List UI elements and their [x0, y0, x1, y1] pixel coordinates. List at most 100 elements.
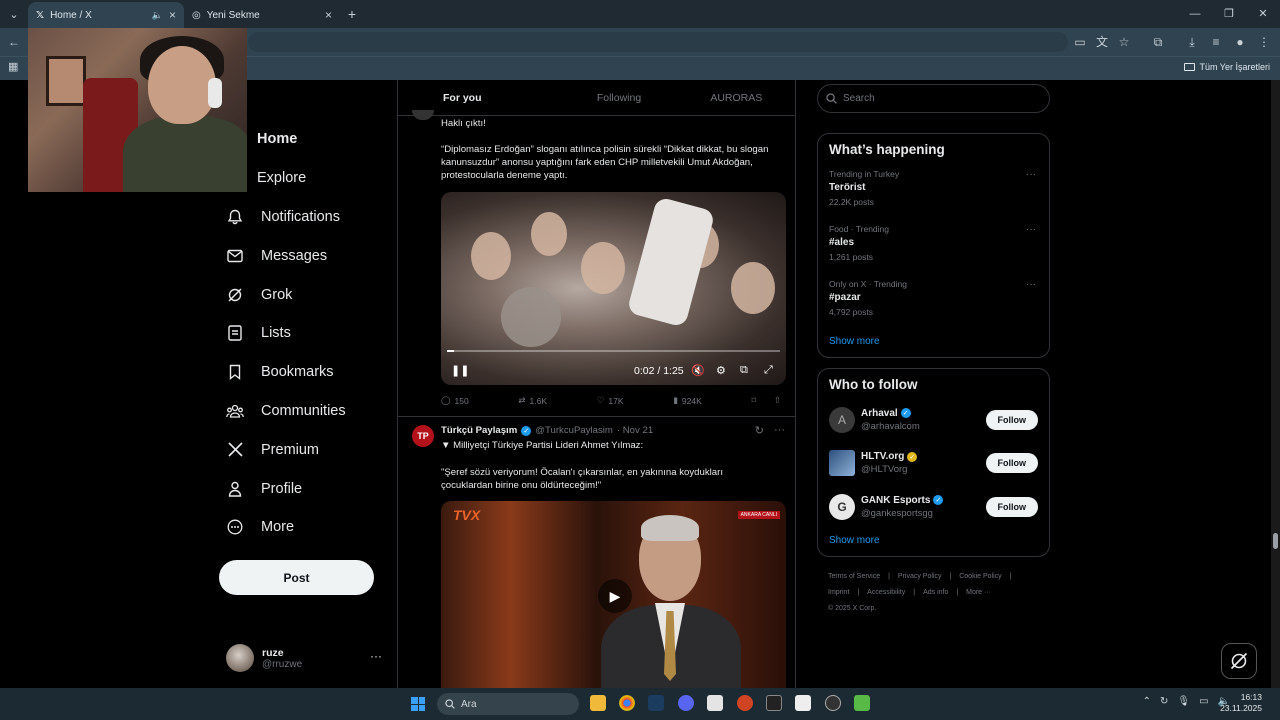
- show-more-link[interactable]: Show more: [829, 336, 1038, 349]
- nav-explore[interactable]: Explore: [257, 159, 388, 198]
- follow-button[interactable]: Follow: [985, 496, 1038, 517]
- follow-suggestion[interactable]: G GANK Esports ✓ @gankesportsgg Follow: [829, 485, 1038, 529]
- tweet-video[interactable]: ❚❚ 0:02 / 1:25 🔇 ⚙ ⧉ ⤢: [441, 192, 786, 385]
- tab-search-dropdown[interactable]: ⌄: [0, 0, 28, 28]
- tab-following[interactable]: Following: [560, 80, 677, 115]
- nav-profile[interactable]: Profile: [218, 469, 388, 508]
- footer-link[interactable]: Ads info: [923, 589, 948, 596]
- like-button[interactable]: ♡ 17K: [597, 395, 624, 406]
- footer-link[interactable]: Cookie Policy: [959, 573, 1001, 580]
- tab-home-x[interactable]: 𝕏 Home / X 🔈 ×: [28, 2, 184, 28]
- repost-button[interactable]: ⇄ 1.6K: [518, 395, 547, 406]
- restore-button[interactable]: ❐: [1212, 0, 1246, 28]
- tweet-date[interactable]: · Nov 21: [617, 425, 653, 436]
- nav-home[interactable]: Home: [257, 120, 388, 159]
- clock[interactable]: 16:13 23.11.2025: [1220, 692, 1262, 714]
- close-tab-icon[interactable]: ×: [169, 8, 176, 22]
- media-icon[interactable]: ≡: [1208, 34, 1224, 50]
- grok-icon[interactable]: ↻: [755, 424, 764, 437]
- tab-auroras[interactable]: AURORAS: [678, 80, 795, 115]
- nav-bookmarks[interactable]: Bookmarks: [218, 353, 388, 392]
- obs-icon[interactable]: [825, 695, 841, 711]
- trend-item[interactable]: Trending in Turkey Terörist 22.2K posts …: [829, 169, 1038, 224]
- nav-communities[interactable]: Communities: [218, 392, 388, 431]
- cast-icon[interactable]: ▭: [1072, 34, 1088, 50]
- avatar[interactable]: [412, 110, 434, 120]
- page-scrollbar[interactable]: [1271, 80, 1280, 688]
- account-switcher[interactable]: ruze @rruzwe ···: [226, 643, 386, 673]
- translate-icon[interactable]: 文: [1094, 34, 1110, 50]
- discord-icon[interactable]: [678, 695, 694, 711]
- settings-icon[interactable]: ⚙: [716, 364, 726, 377]
- pause-icon[interactable]: ❚❚: [451, 364, 469, 377]
- more-dots-icon[interactable]: ···: [370, 649, 382, 663]
- play-icon[interactable]: ▶: [598, 579, 632, 613]
- mute-icon[interactable]: 🔇: [691, 364, 705, 377]
- profile-avatar-icon[interactable]: ●: [1232, 34, 1248, 50]
- star-icon[interactable]: ☆: [1116, 34, 1132, 50]
- footer-link[interactable]: Terms of Service: [828, 573, 880, 580]
- follow-suggestion[interactable]: A Arhaval ✓ @arhavalcom Follow: [829, 398, 1038, 442]
- chrome-icon[interactable]: [619, 695, 635, 711]
- sync-icon[interactable]: ↻: [1160, 696, 1168, 707]
- app-icon[interactable]: [854, 695, 870, 711]
- steam-icon[interactable]: [648, 695, 664, 711]
- nav-lists[interactable]: Lists: [218, 314, 388, 353]
- grok-floating-button[interactable]: [1221, 643, 1257, 679]
- app-icon[interactable]: [795, 695, 811, 711]
- follow-suggestion[interactable]: HLTV.org ✓ @HLTVorg Follow: [829, 442, 1038, 486]
- chevron-up-icon[interactable]: ⌃: [1143, 696, 1151, 707]
- more-dots-icon[interactable]: ···: [774, 424, 785, 437]
- file-explorer-icon[interactable]: [590, 695, 606, 711]
- nav-premium[interactable]: Premium: [218, 430, 388, 469]
- avatar[interactable]: TP: [412, 425, 434, 447]
- start-button[interactable]: [411, 697, 425, 711]
- nav-notifications[interactable]: Notifications: [218, 198, 388, 237]
- search-input[interactable]: Search: [817, 84, 1050, 113]
- footer-link[interactable]: Privacy Policy: [898, 573, 942, 580]
- address-bar[interactable]: [248, 32, 1068, 52]
- taskbar-search[interactable]: Ara: [437, 693, 579, 715]
- more-dots-icon[interactable]: ···: [1026, 224, 1036, 235]
- minimize-button[interactable]: —: [1178, 0, 1212, 28]
- back-icon[interactable]: ←: [6, 34, 22, 50]
- download-icon[interactable]: ⤓: [1184, 34, 1200, 50]
- trend-item[interactable]: Food · Trending #ales 1,261 posts ···: [829, 224, 1038, 279]
- close-tab-icon[interactable]: ×: [325, 8, 332, 22]
- close-window-button[interactable]: ✕: [1246, 0, 1280, 28]
- speaker-icon[interactable]: 🔈: [152, 10, 163, 21]
- tab-new-tab[interactable]: ◎ Yeni Sekme ×: [184, 2, 340, 28]
- follow-button[interactable]: Follow: [985, 453, 1038, 474]
- footer-link[interactable]: Accessibility: [867, 589, 905, 596]
- footer-link[interactable]: Imprint: [828, 589, 849, 596]
- views-button[interactable]: ▮ 924K: [673, 395, 702, 406]
- capcut-icon[interactable]: [766, 695, 782, 711]
- all-bookmarks[interactable]: Tüm Yer İşaretleri: [1184, 62, 1270, 72]
- nav-more[interactable]: More: [218, 508, 388, 547]
- reply-button[interactable]: ◯ 150: [441, 395, 469, 406]
- display-icon[interactable]: ▭: [1199, 696, 1208, 707]
- trend-item[interactable]: Only on X · Trending #pazar 4,792 posts …: [829, 279, 1038, 334]
- new-tab-button[interactable]: +: [340, 6, 364, 22]
- video-progress[interactable]: [447, 350, 780, 352]
- extensions-icon[interactable]: ⧉: [1150, 34, 1166, 50]
- powerpoint-icon[interactable]: [737, 695, 753, 711]
- nav-messages[interactable]: Messages: [218, 236, 388, 275]
- bookmark-button[interactable]: ⌑ ⇧: [752, 395, 782, 406]
- footer-link[interactable]: More ···: [966, 589, 991, 596]
- menu-icon[interactable]: ⋮: [1256, 34, 1272, 50]
- mic-icon[interactable]: 🎙: [1177, 696, 1190, 707]
- more-dots-icon[interactable]: ···: [1026, 279, 1036, 290]
- author-handle[interactable]: @TurkcuPaylasim: [535, 425, 613, 436]
- apps-grid-icon[interactable]: ▦: [8, 60, 18, 73]
- share-icon[interactable]: ⇧: [774, 395, 781, 406]
- fullscreen-icon[interactable]: ⤢: [764, 364, 773, 377]
- follow-button[interactable]: Follow: [985, 409, 1038, 430]
- app-icon[interactable]: [707, 695, 723, 711]
- pip-icon[interactable]: ⧉: [740, 364, 748, 377]
- tweet-video[interactable]: TVX ANKARA CANLI ▶: [441, 501, 786, 688]
- more-dots-icon[interactable]: ···: [1026, 169, 1036, 180]
- author-name[interactable]: Türkçü Paylaşım: [441, 425, 517, 436]
- show-more-link[interactable]: Show more: [829, 535, 1038, 548]
- nav-grok[interactable]: Grok: [218, 275, 388, 314]
